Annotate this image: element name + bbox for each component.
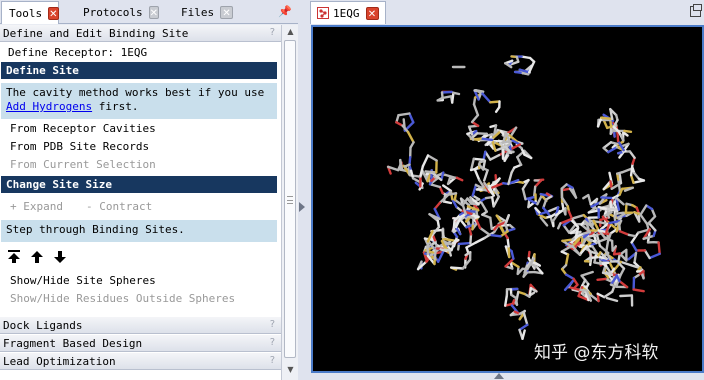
tab-protocols[interactable]: Protocols ✕ [76, 1, 159, 23]
show-hide-residues-button: Show/Hide Residues Outside Spheres [10, 292, 236, 305]
from-receptor-cavities-button[interactable]: From Receptor Cavities [10, 122, 156, 135]
step-through-info: Step through Binding Sites. [1, 220, 277, 242]
molecule-viewer[interactable] [311, 25, 704, 373]
from-pdb-site-records-button[interactable]: From PDB Site Records [10, 140, 149, 153]
close-icon[interactable]: ✕ [220, 5, 234, 19]
tab-1eqg[interactable]: 1EQG ✕ [310, 1, 386, 24]
viewer-panel: 1EQG ✕ 知乎 @东方科软 [306, 0, 704, 380]
close-icon[interactable]: ✕ [148, 5, 159, 19]
restore-window-icon[interactable] [690, 4, 702, 17]
tab-tools[interactable]: Tools ✕ [1, 1, 59, 24]
tab-protocols-label: Protocols [83, 5, 143, 19]
tools-content: Define and Edit Binding Site ? Define Re… [0, 25, 281, 380]
protein-structure-render[interactable] [313, 27, 702, 371]
section-label: Lead Optimization [3, 354, 116, 368]
contract-button: - Contract [86, 200, 153, 213]
info-text-after: first. [92, 100, 139, 113]
scroll-up-icon[interactable]: ▲ [284, 27, 297, 39]
grip-icon [287, 196, 293, 204]
panel-splitter[interactable] [298, 0, 306, 380]
collapse-left-icon[interactable] [299, 202, 305, 212]
change-site-size-header: Change Site Size [1, 176, 277, 193]
add-hydrogens-link[interactable]: Add Hydrogens [6, 100, 92, 113]
next-site-icon[interactable] [53, 249, 67, 265]
section-header-lead-optimization[interactable]: Lead Optimization ? [0, 353, 281, 370]
pin-icon[interactable]: 📌 [278, 5, 292, 18]
cavity-info: The cavity method works best if you use … [1, 83, 277, 119]
section-label: Fragment Based Design [3, 336, 143, 350]
help-icon[interactable]: ? [270, 319, 275, 330]
expand-button: + Expand [10, 200, 63, 213]
define-site-header: Define Site [1, 62, 277, 79]
tools-panel: Tools ✕ Protocols ✕ Files ✕ 📌 Define and… [0, 0, 298, 380]
molecule-icon [317, 7, 329, 19]
scroll-down-icon[interactable]: ▼ [284, 365, 297, 377]
close-icon[interactable]: ✕ [365, 6, 379, 20]
from-current-selection-button: From Current Selection [10, 158, 156, 171]
left-tab-bar: Tools ✕ Protocols ✕ Files ✕ 📌 [0, 0, 298, 24]
tab-1eqg-label: 1EQG [333, 6, 360, 20]
help-icon[interactable]: ? [270, 27, 275, 38]
help-icon[interactable]: ? [270, 337, 275, 348]
section-header-binding-site[interactable]: Define and Edit Binding Site ? [0, 25, 281, 42]
watermark-text: 知乎 @东方科软 [534, 343, 659, 363]
step-through-label: Step through Binding Sites. [6, 223, 185, 236]
first-site-icon[interactable] [7, 249, 21, 265]
tab-tools-label: Tools [9, 6, 43, 20]
section-header-fragment-based-design[interactable]: Fragment Based Design ? [0, 335, 281, 352]
scroll-thumb[interactable] [284, 40, 296, 358]
close-icon[interactable]: ✕ [48, 6, 59, 20]
section-title: Define and Edit Binding Site [3, 26, 189, 40]
previous-site-icon[interactable] [30, 249, 44, 265]
section-label: Dock Ligands [3, 318, 83, 332]
define-receptor-button[interactable]: Define Receptor: 1EQG [8, 46, 147, 59]
help-icon[interactable]: ? [270, 355, 275, 366]
section-header-dock-ligands[interactable]: Dock Ligands ? [0, 317, 281, 334]
tab-files[interactable]: Files ✕ [174, 1, 234, 23]
show-hide-spheres-button[interactable]: Show/Hide Site Spheres [10, 274, 156, 287]
info-text-before: The cavity method works best if you use [6, 86, 265, 99]
collapse-bottom-icon[interactable] [494, 373, 504, 379]
tab-files-label: Files [181, 5, 215, 19]
vertical-scrollbar[interactable]: ▲ ▼ [281, 25, 298, 380]
